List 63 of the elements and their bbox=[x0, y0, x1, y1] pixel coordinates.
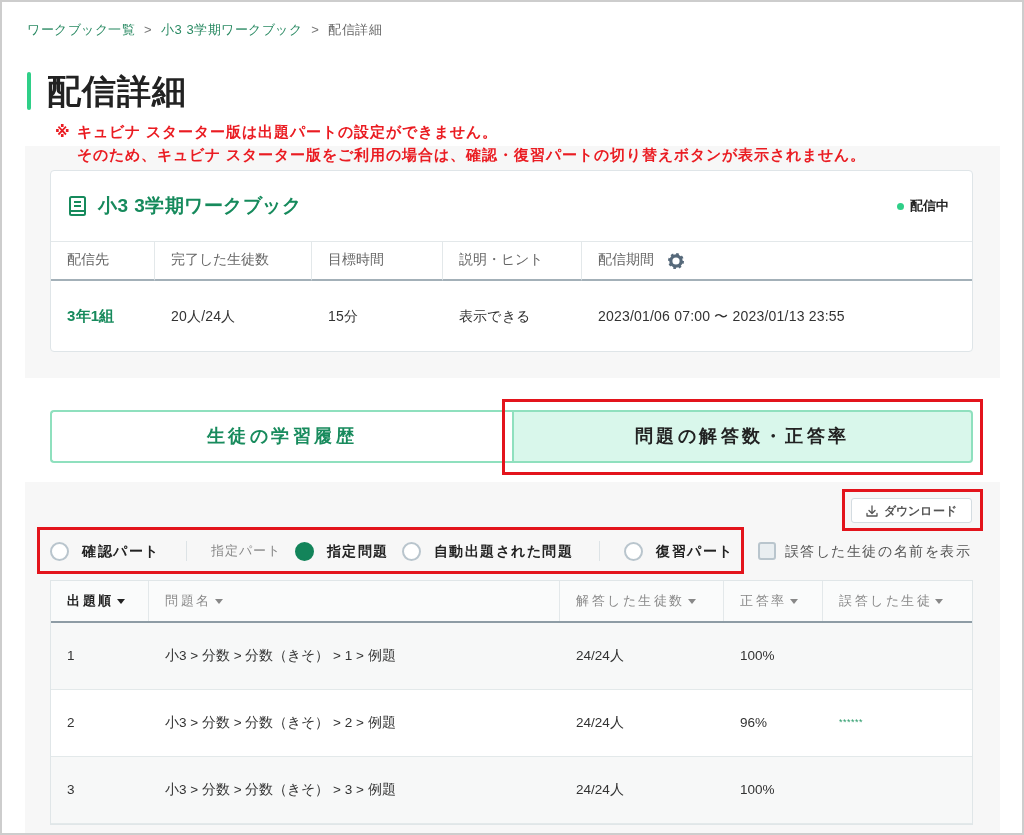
sort-header[interactable]: 解答した生徒数 bbox=[576, 591, 696, 611]
table-cell-text: 3 bbox=[67, 780, 75, 799]
workbook-title: 小3 3学期ワークブック bbox=[98, 193, 302, 218]
checkbox[interactable] bbox=[757, 542, 776, 560]
radio-button[interactable] bbox=[401, 541, 421, 561]
table-cell-text: 100% bbox=[740, 646, 775, 665]
title-accent-bar bbox=[27, 72, 31, 110]
sort-header[interactable]: 出題順 bbox=[67, 591, 125, 611]
download-button[interactable]: ダウンロード bbox=[851, 498, 972, 523]
radio-button[interactable] bbox=[624, 541, 643, 561]
note-mark: ※ bbox=[55, 122, 72, 142]
radio-button[interactable] bbox=[50, 541, 69, 561]
breadcrumb-link[interactable]: ワークブック一覧 bbox=[27, 21, 135, 39]
status-dot-icon bbox=[897, 202, 904, 210]
table-cell-text: 20人/24人 bbox=[171, 306, 236, 326]
table-cell-text: 表示できる bbox=[459, 306, 530, 326]
table-cell-text: 15分 bbox=[328, 306, 359, 326]
table-cell-text: 100% bbox=[740, 780, 775, 799]
masked-student-names: ****** bbox=[839, 716, 863, 730]
caret-icon bbox=[116, 598, 125, 604]
table-cell-text: 2023/01/06 07:00 〜 2023/01/13 23:55 bbox=[598, 306, 845, 326]
radio-option[interactable]: 指定問題 bbox=[294, 540, 389, 562]
sort-header[interactable]: 正答率 bbox=[740, 591, 798, 611]
breadcrumb-separator: > bbox=[144, 21, 153, 39]
checkbox-option[interactable]: 誤答した生徒の名前を表示 bbox=[757, 540, 972, 562]
note-line: キュビナ スターター版は出題パートの設定ができません。 bbox=[77, 122, 500, 142]
note-line: そのため、キュビナ スターター版をご利用の場合は、確認・復習パートの切り替えボタンが表示されません。 bbox=[77, 145, 867, 165]
column-header: 目標時間 bbox=[328, 251, 384, 270]
breadcrumb-separator: > bbox=[311, 21, 320, 39]
table-cell-text: 96% bbox=[740, 713, 768, 732]
column-header: 説明・ヒント bbox=[459, 251, 543, 270]
caret-icon bbox=[687, 598, 696, 604]
sort-header[interactable]: 問題名 bbox=[165, 591, 223, 611]
status-label: 配信中 bbox=[910, 197, 949, 216]
sort-header[interactable]: 誤答した生徒 bbox=[839, 591, 943, 611]
table-cell-text: 小3 > 分数 > 分数（きそ） > 2 > 例題 bbox=[165, 713, 396, 732]
table-cell-text: 1 bbox=[67, 646, 75, 665]
page-title: 配信詳細 bbox=[47, 72, 187, 110]
radio-option[interactable]: 確認パート bbox=[50, 540, 160, 562]
class-link[interactable]: 3年1組 bbox=[67, 304, 115, 328]
radio-option[interactable]: 復習パート bbox=[624, 540, 734, 562]
table-cell-text: 24/24人 bbox=[576, 713, 624, 732]
radio-button[interactable] bbox=[294, 541, 314, 561]
column-header: 配信先 bbox=[67, 251, 109, 270]
table-cell-text: 24/24人 bbox=[576, 646, 624, 665]
radio-option[interactable]: 自動出題された問題 bbox=[401, 540, 573, 562]
table-cell-text: 小3 > 分数 > 分数（きそ） > 1 > 例題 bbox=[165, 646, 396, 665]
caret-icon bbox=[935, 598, 943, 604]
group-caption: 指定パート bbox=[210, 542, 281, 560]
tab[interactable]: 問題の解答数・正答率 bbox=[511, 410, 973, 463]
column-header: 完了した生徒数 bbox=[171, 251, 269, 270]
caret-icon bbox=[789, 598, 798, 604]
download-icon bbox=[865, 504, 878, 517]
breadcrumb-current: 配信詳細 bbox=[328, 21, 383, 39]
table-cell-text: 24/24人 bbox=[576, 780, 624, 799]
table-cell-text: 2 bbox=[67, 713, 75, 732]
tab[interactable]: 生徒の学習履歴 bbox=[50, 410, 512, 463]
breadcrumb-link[interactable]: 小3 3学期ワークブック bbox=[161, 21, 303, 39]
column-header: 配信期間 bbox=[598, 251, 654, 270]
settings-icon[interactable] bbox=[668, 252, 684, 269]
caret-icon bbox=[214, 598, 223, 604]
table-cell-text: 小3 > 分数 > 分数（きそ） > 3 > 例題 bbox=[165, 780, 396, 799]
book-icon bbox=[68, 196, 87, 216]
